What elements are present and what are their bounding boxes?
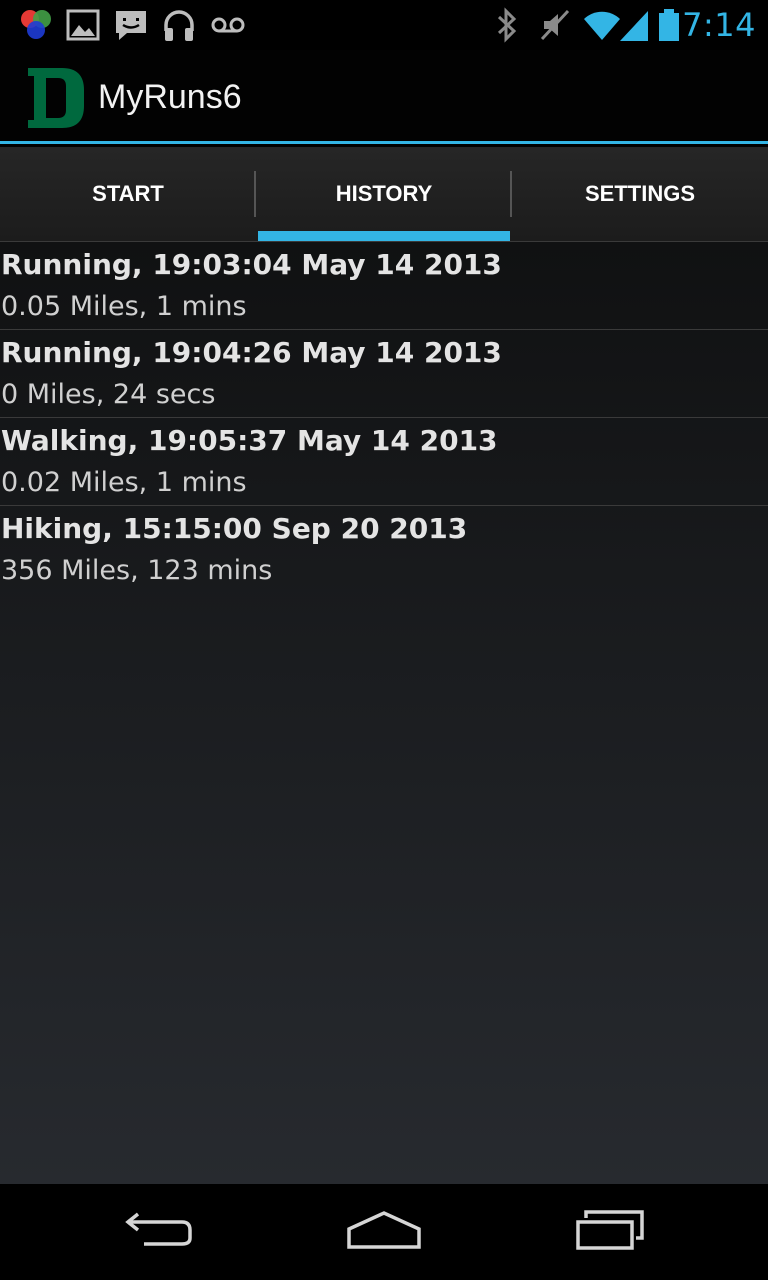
home-icon [346, 1210, 422, 1255]
history-entry[interactable]: Hiking, 15:15:00 Sep 20 2013 356 Miles, … [0, 506, 768, 593]
wifi-icon [582, 6, 622, 44]
recent-apps-icon [574, 1209, 646, 1255]
signal-icon [618, 6, 650, 44]
entry-detail: 0 Miles, 24 secs [1, 379, 216, 410]
message-icon [113, 6, 149, 44]
back-button[interactable] [100, 1202, 220, 1262]
tab-label: SETTINGS [584, 181, 695, 206]
entry-detail: 0.02 Miles, 1 mins [1, 467, 247, 498]
tab-label: HISTORY [335, 181, 433, 206]
history-entry[interactable]: Running, 19:03:04 May 14 2013 0.05 Miles… [0, 242, 768, 330]
clock: 7:14 [682, 6, 756, 44]
voicemail-icon [210, 6, 246, 44]
app-title: MyRuns6 [98, 78, 242, 116]
tab-history[interactable]: HISTORY [256, 147, 512, 241]
history-entry[interactable]: Running, 19:04:26 May 14 2013 0 Miles, 2… [0, 330, 768, 418]
navigation-bar [0, 1184, 768, 1280]
history-list[interactable]: Running, 19:03:04 May 14 2013 0.05 Miles… [0, 242, 768, 1184]
entry-title: Running, 19:03:04 May 14 2013 [1, 248, 502, 281]
tab-settings[interactable]: SETTINGS [512, 147, 768, 241]
vibrate-off-icon [538, 6, 572, 44]
phone-screen: 7:14 MyRuns6 START HISTORY SETTINGS Runn… [0, 0, 768, 1280]
history-entry[interactable]: Walking, 19:05:37 May 14 2013 0.02 Miles… [0, 418, 768, 506]
entry-detail: 356 Miles, 123 mins [1, 555, 273, 586]
back-icon [124, 1210, 196, 1255]
home-button[interactable] [324, 1202, 444, 1262]
headphones-icon [161, 6, 197, 44]
gallery-icon [66, 6, 100, 44]
tab-selected-indicator [258, 231, 510, 241]
entry-title: Running, 19:04:26 May 14 2013 [1, 336, 502, 369]
tab-label: START [92, 181, 164, 206]
recent-apps-button[interactable] [550, 1202, 670, 1262]
action-bar: MyRuns6 [0, 50, 768, 144]
entry-title: Walking, 19:05:37 May 14 2013 [1, 424, 498, 457]
entry-title: Hiking, 15:15:00 Sep 20 2013 [1, 512, 468, 545]
bluetooth-icon [494, 6, 520, 44]
status-bar: 7:14 [0, 0, 768, 50]
app-logo-icon[interactable] [26, 66, 86, 130]
color-circles-icon [18, 6, 54, 44]
tab-start[interactable]: START [0, 147, 256, 241]
battery-icon [656, 6, 682, 44]
tab-bar: START HISTORY SETTINGS [0, 147, 768, 242]
entry-detail: 0.05 Miles, 1 mins [1, 291, 247, 322]
